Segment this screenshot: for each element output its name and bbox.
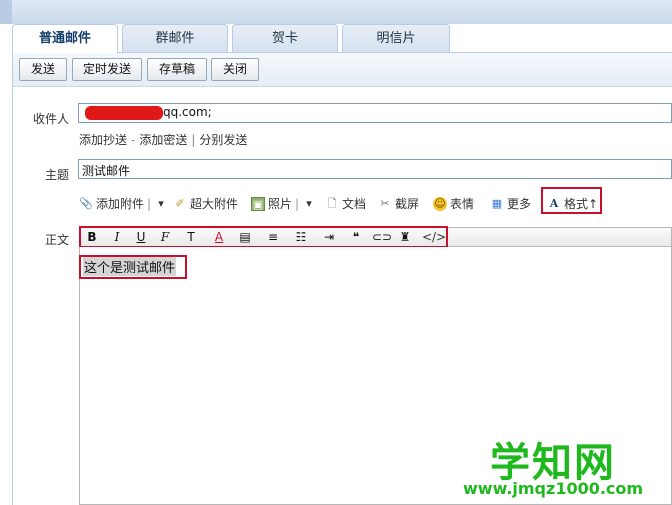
format-highlight-box	[541, 187, 602, 214]
divider: |	[147, 197, 152, 211]
more-label: 更多	[507, 197, 532, 211]
chevron-down-icon[interactable]: ▾	[302, 197, 316, 211]
tab-group-mail[interactable]: 群邮件	[122, 24, 228, 52]
scissors-icon: ✂	[380, 197, 390, 210]
paperclip-icon: 📎	[79, 197, 93, 210]
photo-label: 照片	[268, 197, 293, 211]
top-band	[0, 0, 672, 24]
screenshot-button[interactable]: ✂ 截屏	[378, 193, 419, 215]
redacted-address-mark	[85, 106, 163, 120]
emoji-button[interactable]: ☺ 表情	[433, 193, 474, 215]
tab-greeting-card[interactable]: 贺卡	[232, 24, 338, 52]
body-highlight-box	[79, 255, 187, 279]
document-label: 文档	[342, 197, 367, 211]
action-toolbar: 发送 定时发送 存草稿 关闭	[13, 53, 672, 87]
watermark-url: www.jmqz1000.com	[463, 479, 644, 498]
screenshot-label: 截屏	[395, 197, 420, 211]
recipient-links: 添加抄送 - 添加密送 | 分别发送	[79, 131, 247, 148]
large-attachment-icon: ✐	[175, 197, 185, 210]
add-bcc-link[interactable]: 添加密送	[139, 133, 187, 147]
chevron-down-icon[interactable]: ▾	[154, 197, 168, 211]
add-attachment-label: 添加附件	[96, 197, 145, 211]
photo-icon: ▣	[251, 197, 265, 211]
emoji-label: 表情	[450, 197, 475, 211]
document-icon: 🗋	[327, 197, 337, 210]
add-cc-link[interactable]: 添加抄送	[79, 133, 127, 147]
large-attachment-label: 超大附件	[190, 197, 239, 211]
subject-field[interactable]: 测试邮件	[78, 159, 672, 179]
scheduled-send-button[interactable]: 定时发送	[72, 58, 142, 81]
smiley-icon: ☺	[433, 197, 447, 211]
separate-send-link[interactable]: 分别发送	[199, 133, 247, 147]
document-button[interactable]: 🗋 文档	[325, 193, 366, 215]
subject-label: 主题	[45, 168, 70, 182]
recipient-value: qq.com;	[163, 105, 212, 119]
mail-compose-window: 普通邮件 群邮件 贺卡 明信片 发送 定时发送 存草稿 关闭 收件人 qq.co…	[0, 0, 672, 505]
compose-tabs: 普通邮件 群邮件 贺卡 明信片	[12, 24, 672, 53]
tab-postcard[interactable]: 明信片	[342, 24, 450, 52]
photo-button[interactable]: ▣ 照片 | ▾	[251, 193, 316, 215]
send-button[interactable]: 发送	[19, 58, 67, 81]
subject-value: 测试邮件	[82, 164, 131, 178]
recipient-label: 收件人	[33, 112, 70, 126]
format-toolbar-highlight-box	[79, 226, 448, 248]
grid-icon: ▦	[491, 197, 503, 210]
dash-separator: -	[131, 133, 136, 147]
divider: |	[295, 197, 300, 211]
close-button[interactable]: 关闭	[211, 58, 259, 81]
save-draft-button[interactable]: 存草稿	[147, 58, 207, 81]
large-attachment-button[interactable]: ✐ 超大附件	[173, 193, 238, 215]
body-label: 正文	[45, 233, 70, 247]
recipient-field[interactable]: qq.com;	[78, 103, 672, 123]
tab-normal-mail[interactable]: 普通邮件	[12, 24, 118, 53]
pipe-separator: |	[191, 133, 196, 147]
add-attachment-button[interactable]: 📎 添加附件 | ▾	[79, 193, 168, 215]
more-button[interactable]: ▦ 更多	[490, 193, 531, 215]
